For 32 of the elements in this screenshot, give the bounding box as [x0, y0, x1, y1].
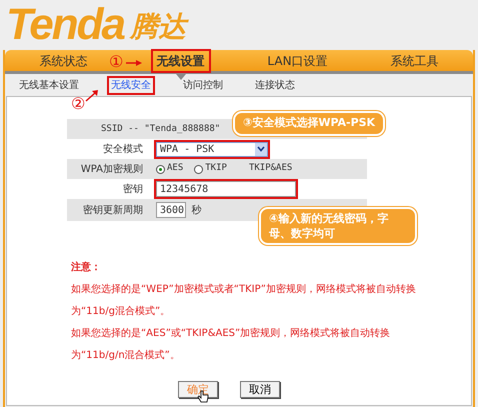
field-label: 安全模式 — [103, 144, 143, 154]
field-label: 密钥 — [123, 184, 143, 194]
subnav-tab[interactable]: 无线安全 — [109, 78, 153, 92]
subnav-tab[interactable]: 访问控制 — [181, 78, 225, 92]
option-label: TKIP&AES — [248, 162, 292, 176]
step-marker: ② — [71, 96, 86, 112]
logo-text: Tenda — [6, 2, 124, 48]
subnav-tab[interactable]: 无线基本设置 — [17, 78, 81, 92]
nav-tab[interactable]: 系统工具 — [386, 50, 442, 70]
ssid-label: SSID -- "Tenda_888888" — [101, 124, 220, 134]
radio-option[interactable]: AES — [156, 162, 184, 176]
notes-title: 注意： — [71, 260, 102, 275]
period-field[interactable]: 3600 — [156, 202, 186, 218]
arrow-icon — [85, 90, 99, 102]
unit-label: 秒 — [192, 204, 202, 218]
nav-tab[interactable]: 系统状态 — [36, 50, 92, 70]
note-text: 如果您选择的是“AES”或“TKIP&AES”加密规则，网络模式将被自动转换为“11b/g/n混合模式”。 — [71, 326, 392, 363]
nav-tab[interactable]: 无线设置 — [152, 50, 208, 70]
dialog-button[interactable]: 取消 — [240, 381, 280, 398]
arrow-icon — [126, 60, 142, 66]
subnav-tab[interactable]: 连接状态 — [253, 78, 297, 92]
field-label: 密钥更新周期 — [83, 204, 143, 216]
key-field[interactable]: 12345678 — [156, 181, 296, 197]
note-text: 如果您选择的是“WEP”加密模式或者“TKIP”加密规则，网络模式将被自动转换为“11b/g混合模式”。 — [71, 282, 417, 319]
security-mode-select[interactable]: WPA - PSK — [156, 142, 268, 156]
nav-tab[interactable]: LAN口设置 — [263, 50, 332, 70]
dropdown-icon — [255, 142, 267, 156]
callout: ③安全模式选择WPA-PSK — [233, 111, 386, 136]
radio-option[interactable]: TKIP — [194, 162, 227, 176]
callout: ④输入新的无线密码，字母、数字均可 — [259, 207, 417, 245]
step-marker: ① — [109, 54, 124, 70]
field-label: WPA加密规则 — [80, 164, 143, 174]
